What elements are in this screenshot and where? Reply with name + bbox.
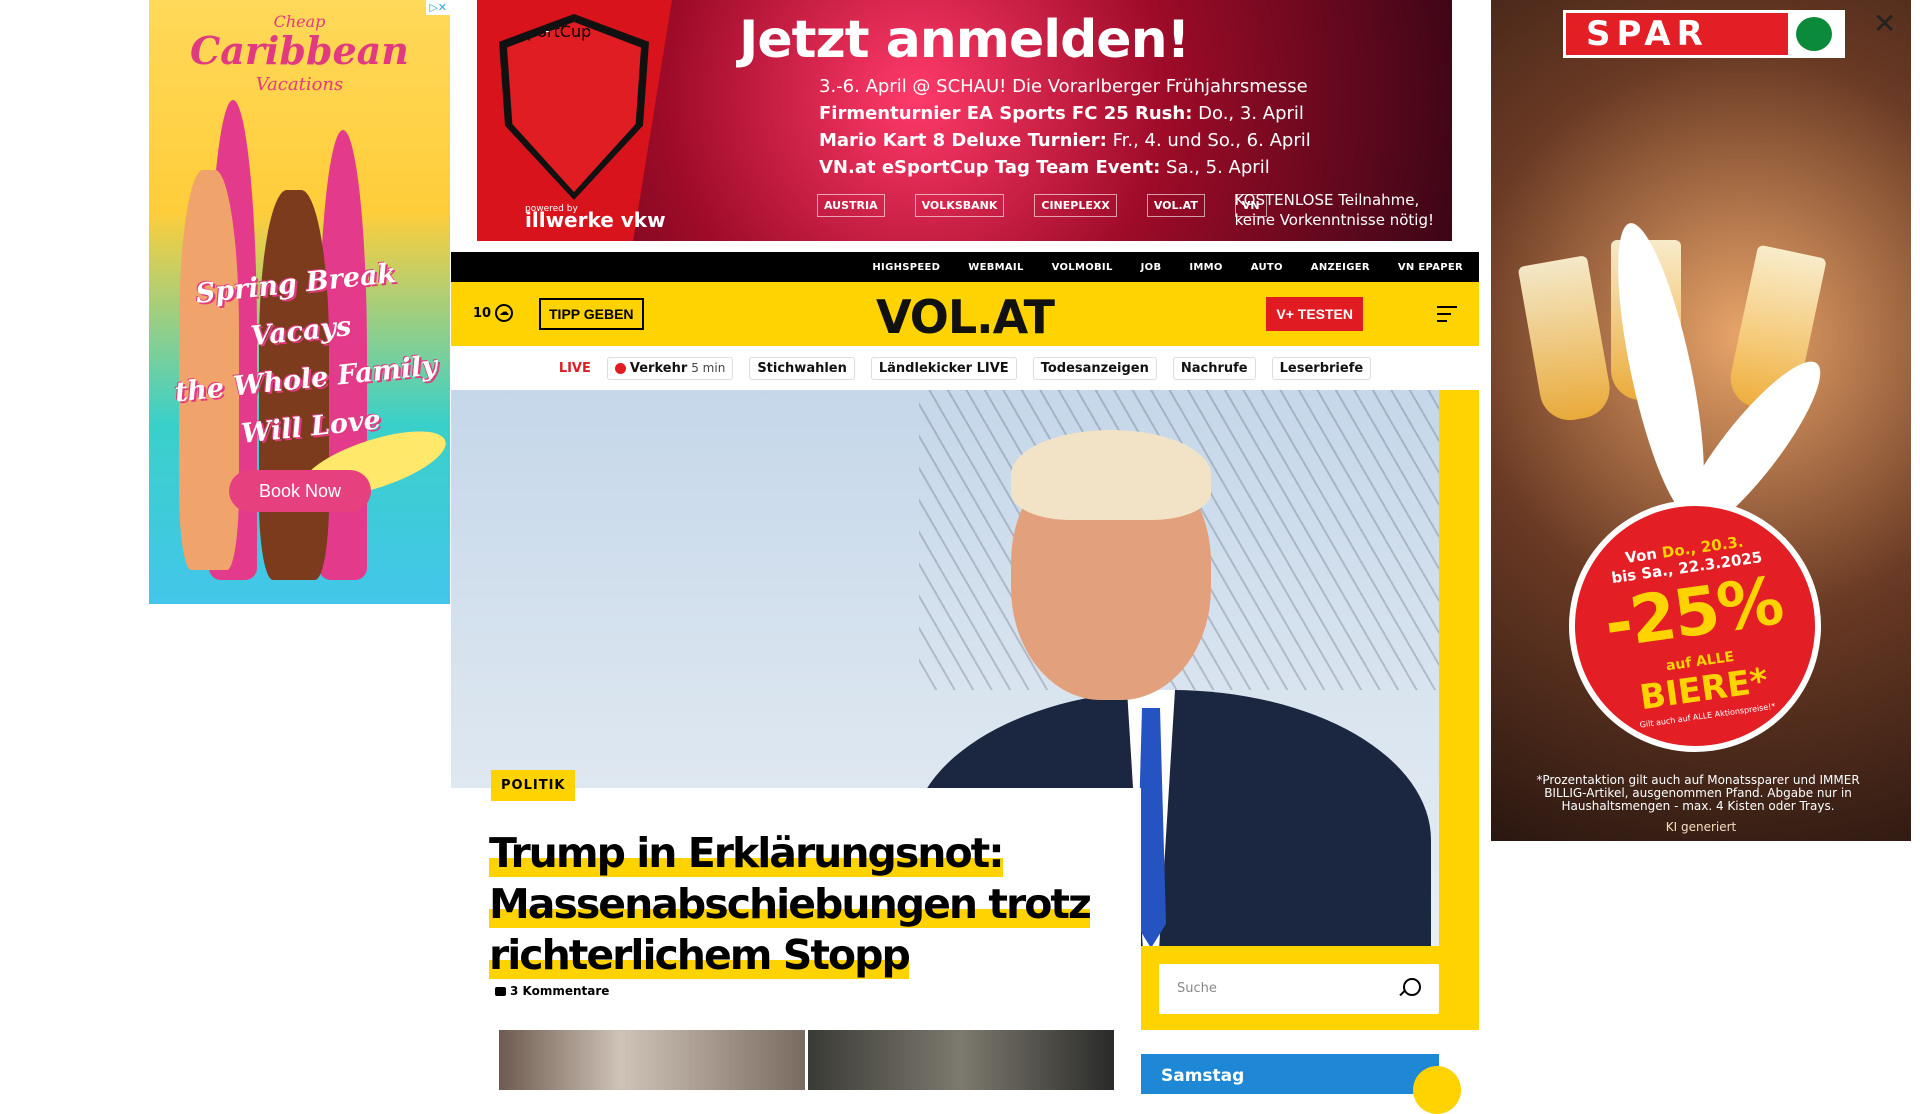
vplus-testen-button[interactable]: V+ TESTEN bbox=[1266, 297, 1363, 331]
tipp-geben-button[interactable]: TIPP GEBEN bbox=[539, 298, 644, 330]
nav-highspeed[interactable]: HIGHSPEED bbox=[872, 262, 940, 273]
portrait-hair bbox=[1011, 430, 1211, 520]
sponsor-logo: illwerke vkw bbox=[525, 208, 666, 232]
austria-logo: AUSTRIA bbox=[817, 194, 885, 217]
quicklink-laendlekicker-live[interactable]: Ländlekicker LIVE bbox=[870, 356, 1017, 380]
comment-icon bbox=[495, 986, 506, 996]
quicklink-todesanzeigen[interactable]: Todesanzeigen bbox=[1032, 356, 1157, 380]
search-icon[interactable] bbox=[1403, 978, 1421, 996]
ad-tagline: Spring Break Vacays the Whole Family Wil… bbox=[173, 257, 439, 450]
ad-brand-main: Caribbean bbox=[190, 28, 409, 73]
weather-cloud-icon: ☁ bbox=[495, 304, 514, 322]
temperature: 10 bbox=[473, 305, 492, 321]
quicklinks-bar: LIVE Verkehr 5 min Stichwahlen Ländlekic… bbox=[451, 346, 1479, 390]
sun-icon bbox=[1413, 1066, 1461, 1114]
banner-headline: Jetzt anmelden! bbox=[739, 10, 1190, 70]
banner-line-3: Mario Kart 8 Deluxe Turnier: Fr., 4. und… bbox=[819, 130, 1311, 151]
book-now-button[interactable]: Book Now bbox=[229, 470, 371, 512]
nav-webmail[interactable]: WEBMAIL bbox=[968, 262, 1023, 273]
volat-logo: VOL.AT bbox=[1146, 194, 1205, 217]
banner-line-4: VN.at eSportCup Tag Team Event: Sa., 5. … bbox=[819, 157, 1270, 178]
top-service-nav: HIGHSPEED WEBMAIL VOLMOBIL JOB IMMO AUTO… bbox=[451, 252, 1479, 282]
caribbean-vacations-ad[interactable]: ▷✕ Cheap Caribbean Vacations Spring Brea… bbox=[149, 0, 450, 604]
banner-line-1: 3.-6. April @ SCHAU! Die Vorarlberger Fr… bbox=[819, 76, 1308, 97]
article-title[interactable]: Trump in Erklärungsnot: Massenabschiebun… bbox=[489, 828, 1129, 981]
spar-tree-icon bbox=[1788, 13, 1842, 55]
nav-vn-epaper[interactable]: VN EPAPER bbox=[1398, 262, 1463, 273]
sponsor-logos: AUSTRIA VOLKSBANK CINEPLEXX VOL.AT VN bbox=[817, 194, 1267, 217]
quicklink-leserbriefe[interactable]: Leserbriefe bbox=[1271, 356, 1372, 380]
search-placeholder: Suche bbox=[1177, 981, 1217, 996]
ad-brand-sub: Vacations bbox=[255, 74, 344, 95]
search-input[interactable]: Suche bbox=[1159, 964, 1439, 1014]
article-thumbnail[interactable] bbox=[808, 1030, 1114, 1090]
weather-card[interactable]: Samstag bbox=[1141, 1054, 1461, 1114]
nav-auto[interactable]: AUTO bbox=[1251, 262, 1283, 273]
weather-widget[interactable]: 10 ☁ bbox=[473, 304, 514, 322]
beer-glass-illustration bbox=[1517, 255, 1615, 425]
banner-line-2: Firmenturnier EA Sports FC 25 Rush: Do.,… bbox=[819, 103, 1304, 124]
menu-search-icon[interactable] bbox=[1437, 302, 1463, 326]
volksbank-logo: VOLKSBANK bbox=[914, 194, 1005, 217]
article-thumbnail[interactable] bbox=[499, 1030, 805, 1090]
ad-disclaimer: *Prozentaktion gilt auch auf Monatsspare… bbox=[1536, 773, 1860, 813]
spar-logo: SPAR bbox=[1563, 10, 1845, 58]
live-label: LIVE bbox=[558, 360, 591, 376]
banner-free-note: KOSTENLOSE Teilnahme, keine Vorkenntniss… bbox=[1234, 191, 1434, 229]
quicklink-stichwahlen[interactable]: Stichwahlen bbox=[749, 356, 855, 380]
spar-beer-ad[interactable]: SPAR Von Do., 20.3. bis Sa., 22.3.2025 -… bbox=[1491, 0, 1911, 841]
weather-day: Samstag bbox=[1161, 1066, 1245, 1086]
quicklink-nachrufe[interactable]: Nachrufe bbox=[1172, 356, 1256, 380]
nav-anzeiger[interactable]: ANZEIGER bbox=[1311, 262, 1370, 273]
nav-immo[interactable]: IMMO bbox=[1189, 262, 1222, 273]
category-badge[interactable]: POLITIK bbox=[491, 770, 576, 801]
quicklink-verkehr[interactable]: Verkehr 5 min bbox=[606, 356, 734, 380]
discount-badge: Von Do., 20.3. bis Sa., 22.3.2025 -25% a… bbox=[1552, 483, 1838, 769]
sidebar-accent bbox=[1439, 390, 1479, 946]
live-dot-icon bbox=[614, 362, 626, 374]
nav-job[interactable]: JOB bbox=[1141, 262, 1162, 273]
site-header: 10 ☁ TIPP GEBEN VOL.AT V+ TESTEN bbox=[451, 282, 1479, 346]
comments-link[interactable]: 3 Kommentare bbox=[495, 984, 609, 998]
esportcup-banner-ad[interactable]: VN.at eSportCup powered by illwerke vkw … bbox=[477, 0, 1452, 241]
ai-generated-label: KI generiert bbox=[1665, 820, 1737, 834]
nav-volmobil[interactable]: VOLMOBIL bbox=[1052, 262, 1113, 273]
close-ad-icon[interactable]: ✕ bbox=[1867, 8, 1897, 39]
cineplexx-logo: CINEPLEXX bbox=[1034, 194, 1117, 217]
